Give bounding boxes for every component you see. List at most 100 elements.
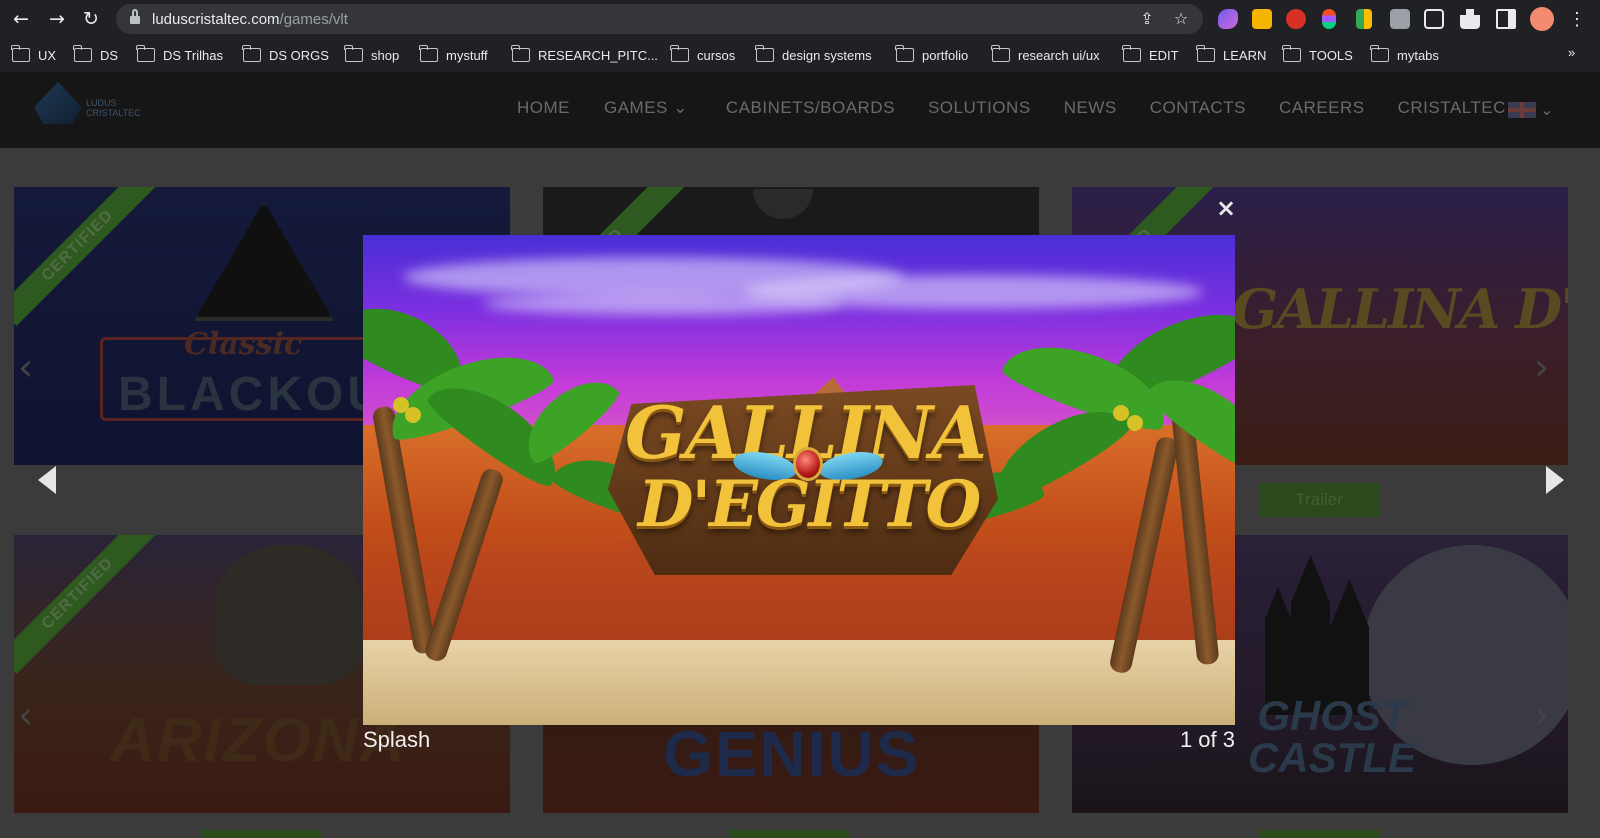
- nav-home[interactable]: HOME: [517, 98, 570, 118]
- tile-prev-arrow[interactable]: ‹: [18, 345, 33, 389]
- bookmark-folder[interactable]: design systems: [755, 45, 872, 65]
- bookmark-folder[interactable]: cursos: [670, 45, 735, 65]
- tile-button[interactable]: [1259, 830, 1379, 838]
- bookmark-folder[interactable]: RESEARCH_PITC...: [511, 45, 658, 65]
- tile-button[interactable]: [202, 830, 322, 838]
- share-icon[interactable]: ⇪: [1138, 10, 1156, 28]
- nav-careers[interactable]: CAREERS: [1279, 98, 1365, 118]
- reload-button[interactable]: ↻: [80, 8, 102, 30]
- browser-menu-icon[interactable]: ⋮: [1568, 8, 1586, 30]
- sand: [363, 640, 1235, 725]
- bookmark-folder[interactable]: EDIT: [1122, 45, 1179, 65]
- profile-avatar[interactable]: [1530, 7, 1554, 31]
- folder-icon: [991, 45, 1010, 62]
- nav-news[interactable]: NEWS: [1064, 98, 1117, 118]
- coconut: [405, 407, 421, 423]
- notion-extension-icon[interactable]: [1424, 9, 1444, 29]
- folder-icon: [11, 45, 30, 62]
- eagle-artwork: [214, 545, 364, 685]
- bookmark-folder[interactable]: research ui/ux: [991, 45, 1100, 65]
- adblock-extension-icon[interactable]: [1286, 9, 1306, 29]
- tile-prev-arrow[interactable]: ‹: [18, 693, 33, 737]
- notes-extension-icon[interactable]: [1252, 9, 1272, 29]
- nav-solutions[interactable]: SOLUTIONS: [928, 98, 1031, 118]
- folder-icon: [242, 45, 261, 62]
- bookmark-folder[interactable]: DS ORGS: [242, 45, 329, 65]
- address-bar[interactable]: luduscristaltec.com/games/vlt ⇪ ☆: [116, 4, 1203, 34]
- puzzle-extension-icon[interactable]: [1460, 9, 1480, 29]
- bookmark-folder[interactable]: UX: [11, 45, 57, 65]
- bookmark-folder[interactable]: mytabs: [1370, 45, 1439, 65]
- arc-extension-icon[interactable]: [1218, 9, 1238, 29]
- bookmark-folder[interactable]: mystuff: [419, 45, 488, 65]
- lightbox-caption: Splash: [363, 727, 431, 752]
- folder-icon: [755, 45, 774, 62]
- bookmark-label: DS ORGS: [269, 47, 329, 63]
- chevron-down-icon[interactable]: ⌄: [1540, 100, 1553, 120]
- bookmark-label: research ui/ux: [1018, 47, 1100, 63]
- warning-triangle-icon: [194, 201, 334, 321]
- bookmark-folder[interactable]: LEARN: [1196, 45, 1267, 65]
- url-domain: luduscristaltec.com: [152, 11, 280, 28]
- nav-cabinets[interactable]: CABINETS/BOARDS: [726, 98, 895, 118]
- bookmark-folder[interactable]: portfolio: [895, 45, 969, 65]
- camera-extension-icon[interactable]: [1390, 9, 1410, 29]
- bookmark-label: shop: [371, 47, 400, 63]
- tile-button[interactable]: [730, 830, 850, 838]
- lightbox-prev-arrow-icon[interactable]: [36, 464, 60, 500]
- logo-line-2: CRISTALTEC: [86, 108, 141, 118]
- bookmarks-overflow-button[interactable]: »: [1568, 45, 1575, 60]
- bookmark-label: UX: [38, 47, 57, 63]
- bookmark-label: DS: [100, 47, 119, 63]
- folder-icon: [136, 45, 155, 62]
- bookmark-folder[interactable]: DS: [73, 45, 119, 65]
- folder-icon: [1282, 45, 1301, 62]
- tile-next-arrow[interactable]: ›: [1534, 345, 1549, 389]
- castle-artwork: [1265, 555, 1369, 715]
- lightbox-counter: 1 of 3: [1179, 727, 1235, 752]
- nav-contacts[interactable]: CONTACTS: [1150, 98, 1246, 118]
- folder-icon: [344, 45, 363, 62]
- colors-extension-icon[interactable]: [1356, 9, 1372, 29]
- bookmark-label: EDIT: [1149, 47, 1179, 63]
- folder-icon: [511, 45, 530, 62]
- bookmark-label: portfolio: [922, 47, 969, 63]
- folder-icon: [1122, 45, 1141, 62]
- bookmark-folder[interactable]: shop: [344, 45, 400, 65]
- bookmark-star-icon[interactable]: ☆: [1172, 10, 1190, 28]
- logo-wordmark: LUDUS CRISTALTEC: [86, 98, 141, 118]
- figma-extension-icon[interactable]: [1322, 9, 1336, 29]
- uk-flag-icon[interactable]: [1508, 102, 1536, 118]
- bookmark-folder[interactable]: DS Trilhas: [136, 45, 223, 65]
- game-logo-line-2: D'EGITTO: [638, 467, 981, 542]
- bookmark-label: RESEARCH_PITC...: [538, 47, 658, 63]
- bookmark-label: mytabs: [1397, 47, 1439, 63]
- logo-line-1: LUDUS: [86, 98, 117, 108]
- browser-chrome: ← → ↻ luduscristaltec.com/games/vlt ⇪ ☆ …: [0, 0, 1600, 72]
- site-logo[interactable]: LUDUS CRISTALTEC: [34, 82, 146, 128]
- nav-games[interactable]: GAMES ⌄: [604, 98, 688, 118]
- bookmark-label: LEARN: [1223, 47, 1267, 63]
- bookmark-folder[interactable]: TOOLS: [1282, 45, 1353, 65]
- tile-next-arrow[interactable]: ›: [1534, 693, 1549, 737]
- lightbox-next-arrow-icon[interactable]: [1542, 464, 1566, 500]
- tile-title: GALLINA D'EGITTO: [1232, 277, 1568, 341]
- back-button[interactable]: ←: [10, 8, 32, 30]
- certified-ribbon: CERTIFIED: [14, 535, 158, 674]
- nav-cristaltec[interactable]: CRISTALTEC: [1398, 98, 1506, 118]
- forward-button[interactable]: →: [46, 8, 68, 30]
- logo-mark-icon: [34, 82, 82, 124]
- certified-ribbon: CERTIFIED: [14, 187, 158, 326]
- tile-artwork: [753, 189, 813, 219]
- tile-title: GHOST CASTLE: [1248, 692, 1416, 781]
- folder-icon: [1370, 45, 1389, 62]
- bookmark-label: TOOLS: [1309, 47, 1353, 63]
- trailer-button[interactable]: Trailer: [1259, 483, 1379, 517]
- lightbox-close-button[interactable]: ×: [1216, 196, 1236, 220]
- lock-icon[interactable]: [130, 9, 140, 24]
- url-text[interactable]: luduscristaltec.com/games/vlt: [152, 11, 348, 28]
- tile-title: ARIZONA: [110, 706, 407, 775]
- tile-subtitle: Classic: [184, 327, 303, 362]
- coconut: [1127, 415, 1143, 431]
- sidepanel-icon[interactable]: [1496, 9, 1516, 29]
